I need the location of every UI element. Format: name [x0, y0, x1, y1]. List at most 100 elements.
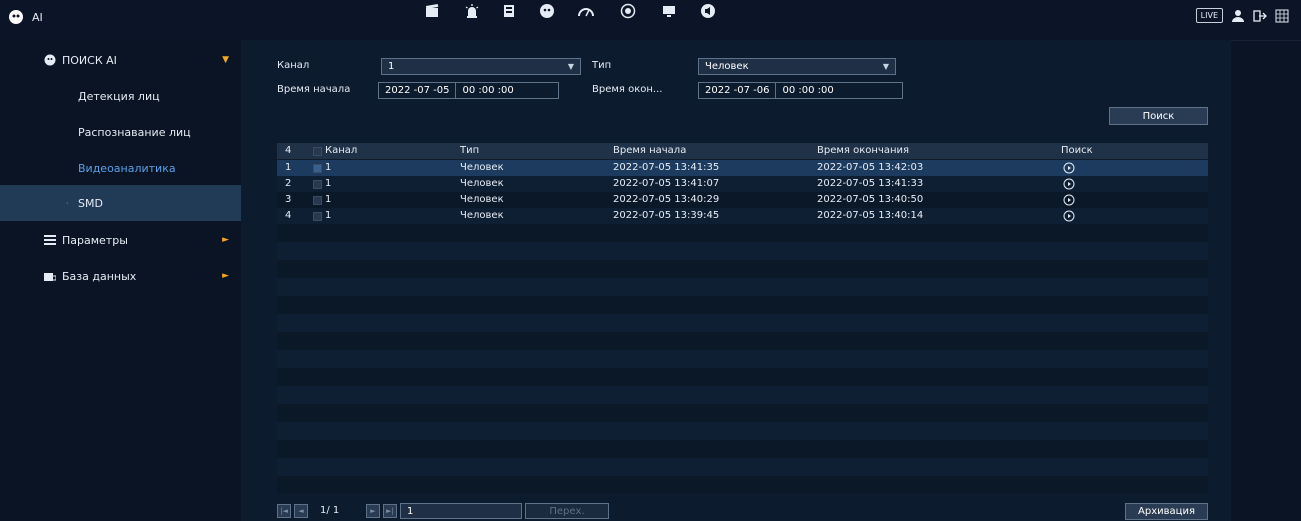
database-icon	[44, 273, 56, 281]
end-time[interactable]: 00 :00 :00	[776, 83, 839, 98]
list-icon	[44, 235, 56, 245]
sidebar-item-params[interactable]: Параметры ►	[0, 222, 241, 258]
end-date[interactable]: 2022 -07 -06	[699, 83, 775, 98]
end-time-label: Время окон...	[592, 84, 663, 95]
row-count: 4	[285, 145, 292, 156]
col-search: Поиск	[1061, 145, 1093, 156]
gauge-icon[interactable]	[575, 0, 597, 22]
grid-icon[interactable]	[1275, 9, 1289, 23]
start-time-label: Время начала	[277, 84, 351, 95]
chevron-down-icon: ▼	[882, 62, 889, 71]
row-channel: 1	[325, 178, 332, 189]
table-row[interactable]: 1 1 Человек 2022-07-05 13:41:35 2022-07-…	[277, 160, 1208, 176]
sidebar-item-label: Детекция лиц	[78, 89, 160, 103]
type-select[interactable]: Человек ▼	[698, 58, 896, 75]
top-bar: AI LIVE	[0, 0, 1301, 41]
row-index: 2	[285, 178, 292, 189]
start-datetime-input[interactable]: 2022 -07 -05 00 :00 :00	[378, 82, 559, 99]
table-row[interactable]: 4 1 Человек 2022-07-05 13:39:45 2022-07-…	[277, 208, 1208, 224]
row-checkbox[interactable]	[313, 164, 322, 173]
row-end: 2022-07-05 13:40:14	[817, 210, 924, 221]
play-icon[interactable]	[1063, 178, 1075, 190]
play-icon[interactable]	[1063, 194, 1075, 206]
col-end: Время окончания	[817, 145, 910, 156]
sidebar-item-database[interactable]: База данных ►	[0, 258, 241, 294]
col-start: Время начала	[613, 145, 687, 156]
play-icon[interactable]	[1063, 162, 1075, 174]
sidebar-item-label: Видеоаналитика	[78, 161, 176, 175]
sidebar-item-label: SMD	[78, 196, 103, 210]
monitor-icon[interactable]	[658, 0, 680, 22]
row-start: 2022-07-05 13:41:35	[613, 162, 720, 173]
row-end: 2022-07-05 13:41:33	[817, 178, 924, 189]
row-index: 3	[285, 194, 292, 205]
row-end: 2022-07-05 13:42:03	[817, 162, 924, 173]
row-type: Человек	[460, 178, 504, 189]
goto-button[interactable]: Перех.	[525, 503, 609, 519]
start-time[interactable]: 00 :00 :00	[456, 83, 519, 98]
table-row[interactable]: 3 1 Человек 2022-07-05 13:40:29 2022-07-…	[277, 192, 1208, 208]
row-index: 4	[285, 210, 292, 221]
face-icon[interactable]	[536, 0, 558, 22]
prev-page-button[interactable]: ◄	[294, 504, 308, 518]
row-checkbox[interactable]	[313, 212, 322, 221]
row-index: 1	[285, 162, 292, 173]
sidebar-item-face-recognition[interactable]: Распознавание лиц	[0, 114, 241, 150]
sidebar-item-search-ai[interactable]: ПОИСК AI ▼	[0, 42, 241, 78]
channel-select[interactable]: 1 ▼	[381, 58, 581, 75]
alarm-icon[interactable]	[461, 0, 483, 22]
target-icon[interactable]	[617, 0, 639, 22]
row-checkbox[interactable]	[313, 196, 322, 205]
goto-page-input[interactable]: 1	[400, 503, 522, 519]
row-channel: 1	[325, 194, 332, 205]
row-type: Человек	[460, 194, 504, 205]
bullet-icon: ·	[66, 198, 69, 208]
sidebar-item-label: ПОИСК AI	[62, 53, 117, 67]
page-indicator: 1/ 1	[320, 505, 340, 516]
start-date[interactable]: 2022 -07 -05	[379, 83, 455, 98]
record-icon[interactable]	[421, 0, 443, 22]
goto-page-value: 1	[407, 505, 414, 517]
row-type: Человек	[460, 162, 504, 173]
last-page-button[interactable]: ►|	[383, 504, 397, 518]
row-checkbox[interactable]	[313, 180, 322, 189]
archive-button[interactable]: Архивация	[1125, 503, 1208, 520]
type-value: Человек	[705, 61, 749, 72]
row-start: 2022-07-05 13:41:07	[613, 178, 720, 189]
audio-icon[interactable]	[697, 0, 719, 22]
table-row[interactable]: 2 1 Человек 2022-07-05 13:41:07 2022-07-…	[277, 176, 1208, 192]
sidebar-item-label: Параметры	[62, 233, 128, 247]
end-datetime-input[interactable]: 2022 -07 -06 00 :00 :00	[698, 82, 903, 99]
user-icon[interactable]	[1231, 9, 1245, 23]
col-type: Тип	[460, 145, 480, 156]
sidebar-item-label: База данных	[62, 269, 137, 283]
results-table: 4 Канал Тип Время начала Время окончания…	[277, 143, 1208, 494]
chevron-down-icon: ▼	[567, 62, 574, 71]
channel-label: Канал	[277, 60, 310, 71]
ai-icon	[9, 10, 23, 24]
row-start: 2022-07-05 13:39:45	[613, 210, 720, 221]
chevron-right-icon: ►	[222, 235, 229, 245]
sidebar-item-label: Распознавание лиц	[78, 125, 191, 139]
row-channel: 1	[325, 162, 332, 173]
sidebar-item-video-analytics[interactable]: Видеоаналитика	[0, 150, 241, 186]
brand: AI	[8, 9, 43, 25]
storage-icon[interactable]	[498, 0, 520, 22]
row-type: Человек	[460, 210, 504, 221]
first-page-button[interactable]: |◄	[277, 504, 291, 518]
play-icon[interactable]	[1063, 210, 1075, 222]
empty-rows	[277, 224, 1208, 494]
search-button[interactable]: Поиск	[1109, 107, 1208, 125]
row-start: 2022-07-05 13:40:29	[613, 194, 720, 205]
channel-value: 1	[388, 61, 395, 72]
select-all-checkbox[interactable]	[313, 147, 322, 156]
sidebar-item-face-detection[interactable]: Детекция лиц	[0, 78, 241, 114]
top-right-tools: LIVE	[1195, 8, 1289, 23]
logout-icon[interactable]	[1253, 9, 1267, 23]
sidebar-item-smd[interactable]: · SMD	[0, 185, 241, 221]
type-label: Тип	[592, 60, 612, 71]
search-ai-icon	[44, 54, 56, 66]
row-end: 2022-07-05 13:40:50	[817, 194, 924, 205]
next-page-button[interactable]: ►	[366, 504, 380, 518]
live-button[interactable]: LIVE	[1195, 8, 1223, 23]
